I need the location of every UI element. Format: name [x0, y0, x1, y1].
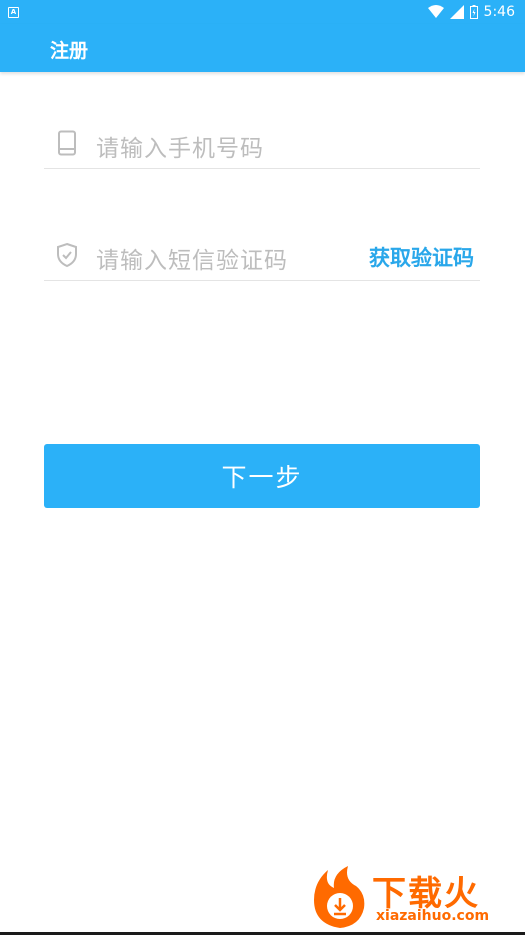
cell-signal-icon [449, 5, 464, 19]
app-bar: 注册 [0, 24, 525, 72]
next-button-label: 下一步 [221, 463, 303, 492]
next-button[interactable]: 下一步 [44, 444, 480, 508]
status-time: 5:46 [483, 4, 515, 20]
sms-code-field[interactable]: 请输入短信验证码 获取验证码 [44, 224, 480, 281]
shield-check-icon [57, 242, 77, 268]
notification-app-icon: A [8, 7, 19, 18]
status-bar: A 5:46 [0, 0, 525, 24]
phone-input-placeholder: 请输入手机号码 [96, 136, 264, 162]
page-title: 注册 [50, 40, 89, 62]
watermark: 下载火 xiazaihuo.com [310, 860, 520, 930]
flame-logo-icon [314, 866, 365, 928]
phone-icon [58, 130, 76, 156]
battery-icon [469, 5, 478, 19]
watermark-subtitle: xiazaihuo.com [376, 908, 490, 924]
sms-code-input-placeholder: 请输入短信验证码 [96, 248, 288, 274]
phone-field[interactable]: 请输入手机号码 [44, 112, 480, 169]
get-code-button[interactable]: 获取验证码 [369, 242, 474, 272]
wifi-icon [427, 5, 444, 18]
